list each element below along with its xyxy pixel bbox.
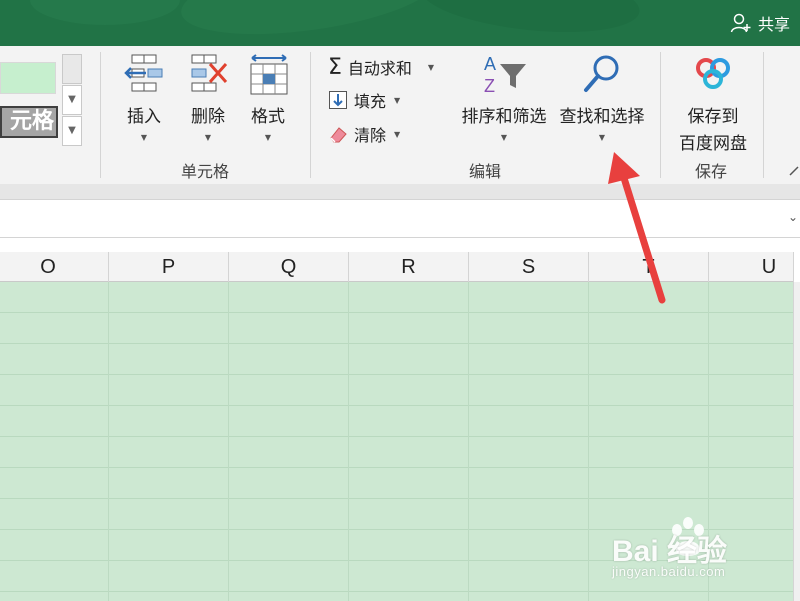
chevron-down-icon: ▼	[500, 133, 508, 142]
title-bar-decoration	[417, 0, 643, 42]
share-button[interactable]: 共享	[730, 10, 790, 36]
eraser-icon	[330, 127, 347, 143]
group-separator	[763, 52, 764, 178]
format-button[interactable]: 格式 ▼	[242, 52, 294, 142]
find-select-label: 查找和选择	[559, 107, 645, 127]
formula-gap	[0, 238, 800, 252]
expand-formula-bar-icon[interactable]: ⌄	[788, 210, 798, 224]
magnifier-icon	[584, 55, 619, 92]
delete-label: 删除	[191, 107, 225, 127]
save-line2-label: 百度网盘	[679, 134, 747, 154]
annotation-arrow	[608, 152, 666, 304]
clear-label: 清除	[354, 126, 387, 145]
gallery-scroll-down[interactable]: ▼	[62, 85, 82, 115]
gallery-expand-button[interactable]: ▼	[62, 116, 82, 146]
autosum-label: 自动求和	[347, 59, 412, 78]
delete-cells-icon	[191, 54, 228, 92]
column-header-u[interactable]: U	[709, 252, 800, 282]
title-bar-decoration	[30, 0, 180, 25]
baidu-watermark: Bai 经验 jingyan.baidu.com	[612, 516, 792, 586]
fill-button[interactable]: 填充 ▼	[328, 87, 400, 113]
grid-column-line	[588, 282, 589, 601]
chevron-down-icon: ▼	[264, 133, 272, 142]
person-add-icon	[730, 13, 751, 33]
chevron-down-icon: ▼	[394, 95, 401, 105]
save-to-baidu-button[interactable]: 保存到 百度网盘	[670, 52, 756, 154]
collapse-ribbon-icon[interactable]	[789, 164, 800, 176]
save-line1-label: 保存到	[687, 107, 739, 127]
column-header-s[interactable]: S	[469, 252, 589, 282]
formula-bar[interactable]: ⌄	[0, 200, 800, 238]
cells-group-label: 单元格	[180, 162, 229, 181]
title-bar-decoration	[176, 0, 444, 46]
delete-button[interactable]: 删除 ▼	[180, 52, 236, 142]
svg-text:Z: Z	[484, 76, 495, 96]
save-group-label: 保存	[694, 162, 727, 181]
grid-column-line	[228, 282, 229, 601]
scrollbar-corner	[793, 252, 800, 282]
grid-column-line	[108, 282, 109, 601]
sigma-icon: Σ	[328, 54, 342, 80]
ribbon-bottom-border	[0, 184, 800, 200]
chevron-down-icon: ▼	[394, 129, 401, 139]
grid-column-line	[348, 282, 349, 601]
autosum-button[interactable]: Σ 自动求和 ▼	[328, 54, 434, 80]
find-select-button[interactable]: 查找和选择 ▼	[554, 52, 650, 142]
group-separator	[100, 52, 101, 178]
vertical-scrollbar[interactable]	[793, 282, 800, 601]
column-header-q[interactable]: Q	[229, 252, 349, 282]
column-header-r[interactable]: R	[349, 252, 469, 282]
chevron-down-icon: ▼	[427, 62, 435, 72]
column-header-p[interactable]: P	[109, 252, 229, 282]
column-header-o[interactable]: O	[0, 252, 109, 282]
style-swatch-check-cell[interactable]: 元格	[0, 106, 58, 138]
style-swatch-good[interactable]	[0, 62, 56, 94]
gallery-scroll-up[interactable]	[62, 54, 82, 84]
share-label: 共享	[757, 15, 790, 34]
chevron-down-icon: ▼	[140, 133, 148, 142]
cell-styles-gallery[interactable]: 元格 ▼ ▼	[0, 54, 84, 146]
format-label: 格式	[251, 107, 285, 127]
group-separator	[310, 52, 311, 178]
sort-filter-icon: A Z	[484, 54, 526, 96]
ribbon: 元格 ▼ ▼ 插入 ▼ 删除 ▼ 格式 ▼ 单元格 Σ 自动求和 ▼ 填充 ▼ …	[0, 46, 800, 184]
sort-filter-button[interactable]: A Z 排序和筛选 ▼	[456, 52, 552, 142]
column-headers: O P Q R S T U	[0, 252, 800, 282]
grid-column-line	[468, 282, 469, 601]
chevron-down-icon: ▼	[204, 133, 212, 142]
insert-button[interactable]: 插入 ▼	[116, 52, 172, 142]
insert-label: 插入	[127, 107, 161, 127]
format-cells-icon	[250, 54, 288, 95]
clear-button[interactable]: 清除 ▼	[328, 121, 400, 147]
baidu-cloud-icon	[696, 58, 730, 89]
editing-group-label: 编辑	[468, 162, 501, 181]
insert-cells-icon	[124, 54, 163, 92]
watermark-site: jingyan.baidu.com	[612, 564, 726, 579]
title-bar: 共享	[0, 0, 800, 46]
sort-filter-label: 排序和筛选	[461, 107, 547, 127]
svg-text:A: A	[484, 54, 496, 74]
fill-down-icon	[329, 91, 347, 109]
fill-label: 填充	[354, 92, 387, 111]
